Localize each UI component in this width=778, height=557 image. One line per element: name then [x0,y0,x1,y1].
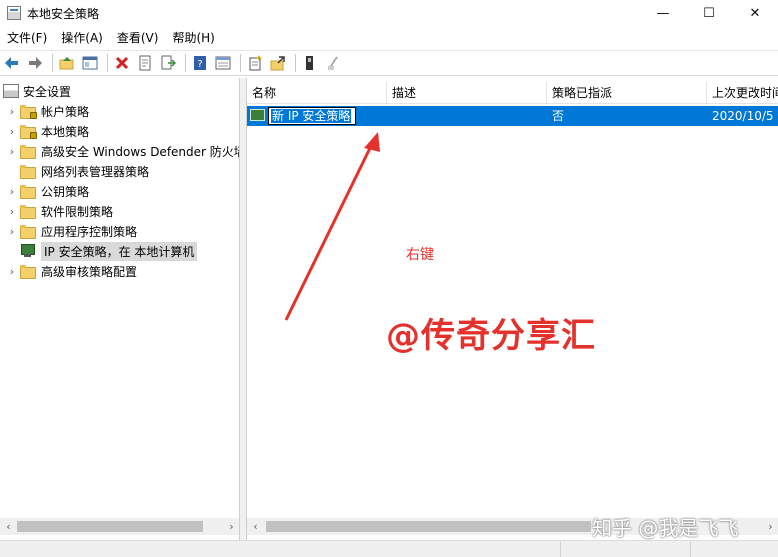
ipsec-policy-icon [250,109,266,123]
tree-label: 软件限制策略 [41,204,114,219]
security-settings-icon [3,84,19,98]
scroll-thumb[interactable] [17,521,203,532]
expand-arrow-icon[interactable]: › [4,265,20,278]
menu-view[interactable]: 查看(V) [110,28,166,48]
status-divider [690,542,691,557]
toolbar-separator [52,54,53,72]
folder-icon [20,204,36,219]
delete-icon[interactable] [112,53,132,73]
status-divider [560,542,561,557]
expand-arrow-icon[interactable]: › [4,125,20,138]
tree-label: IP 安全策略，在 本地计算机 [41,241,198,261]
app-icon [7,6,21,20]
folder-lock-icon [20,104,37,119]
manage-filters-icon[interactable] [300,53,320,73]
folder-icon [20,264,36,279]
tree-item-account-policies[interactable]: › 帐户策略 [4,101,89,121]
tree-label: 网络列表管理器策略 [41,164,150,179]
new-policy-icon[interactable] [245,53,265,73]
tree-label: 安全设置 [23,84,72,99]
menu-help[interactable]: 帮助(H) [165,28,221,48]
rename-input[interactable]: 新 IP 安全策略 [268,107,356,125]
toolbar-separator [107,54,108,72]
right-click-annotation: 右键 [406,247,434,263]
export-list-icon[interactable] [158,53,178,73]
tree-label: 高级安全 Windows Defender 防火墙 [41,144,240,159]
sort-caret-icon: ^ [313,82,322,89]
tree-label: 高级审核策略配置 [41,264,138,279]
show-hide-tree-icon[interactable] [80,53,100,73]
tree-horizontal-scrollbar[interactable]: ‹ › [0,518,239,535]
unassign-icon[interactable] [323,53,343,73]
zhihu-watermark: 知乎 @我是飞飞 [592,516,739,540]
cell-assigned: 否 [552,109,565,123]
svg-text:?: ? [197,59,202,70]
cell-modified: 2020/10/5 1 [712,109,778,123]
expand-arrow-icon[interactable]: › [4,105,20,118]
menu-bar: 文件(F) 操作(A) 查看(V) 帮助(H) [0,28,778,48]
watermark: @传奇分享汇 [386,316,596,356]
tree-item-network-list-manager[interactable]: 网络列表管理器策略 [4,161,149,181]
column-description[interactable]: 描述 [387,82,547,104]
tree-item-defender-firewall[interactable]: › 高级安全 Windows Defender 防火墙 [4,141,240,161]
back-icon[interactable] [2,53,22,73]
scroll-right-icon[interactable]: › [223,520,239,533]
expand-arrow-icon[interactable]: › [4,185,20,198]
view-icon[interactable] [213,53,233,73]
arrow-head [364,132,380,152]
properties-icon[interactable] [135,53,155,73]
column-assigned[interactable]: 策略已指派 [547,82,707,104]
folder-icon [20,224,36,239]
scroll-left-icon[interactable]: ‹ [0,520,17,533]
expand-arrow-icon[interactable]: › [4,145,20,158]
toolbar-separator [295,54,296,72]
tree-item-local-policies[interactable]: › 本地策略 [4,121,89,141]
tree-label: 应用程序控制策略 [41,224,138,239]
help-icon[interactable]: ? [190,53,210,73]
tree-label: 帐户策略 [41,104,90,119]
ipsec-icon [20,243,36,259]
arrow-shaft [284,143,374,321]
folder-icon [20,164,36,179]
close-button[interactable]: ✕ [732,0,778,26]
tree-item-software-restriction[interactable]: › 软件限制策略 [4,201,113,221]
tree-item-app-control[interactable]: › 应用程序控制策略 [4,221,137,241]
tree-item-advanced-audit[interactable]: › 高级审核策略配置 [4,261,137,281]
annotation-arrow [284,132,380,321]
list-header: ^ 名称 描述 策略已指派 上次更改时间 [247,82,778,104]
scroll-right-icon[interactable]: › [762,520,778,533]
assign-icon[interactable] [268,53,288,73]
tree-root[interactable]: 安全设置 [0,81,71,101]
folder-lock-icon [20,124,37,139]
up-folder-icon[interactable] [57,53,77,73]
status-bar [0,540,778,557]
tree-item-ip-security[interactable]: IP 安全策略，在 本地计算机 [4,241,198,261]
tree-item-public-key-policies[interactable]: › 公钥策略 [4,181,89,201]
title-bar: 本地安全策略 — ☐ ✕ [0,0,778,26]
scroll-thumb[interactable] [266,521,591,532]
maximize-button[interactable]: ☐ [686,0,732,26]
scroll-left-icon[interactable]: ‹ [247,520,264,533]
menu-file[interactable]: 文件(F) [0,28,54,48]
list-item[interactable]: 新 IP 安全策略 否 2020/10/5 1 [247,106,778,126]
toolbar: ? [0,50,778,76]
minimize-button[interactable]: — [640,0,686,26]
folder-icon [20,144,36,159]
expand-arrow-icon[interactable]: › [4,225,20,238]
column-name[interactable]: ^ 名称 [247,82,387,104]
toolbar-separator [185,54,186,72]
column-modified[interactable]: 上次更改时间 [707,82,778,104]
tree-pane: 安全设置 › 帐户策略 › 本地策略 › 高级安全 Windows Defend… [0,78,240,540]
menu-action[interactable]: 操作(A) [54,28,110,48]
folder-icon [20,184,36,199]
forward-icon[interactable] [25,53,45,73]
tree-label: 公钥策略 [41,184,90,199]
tree-label: 本地策略 [41,124,90,139]
window-title: 本地安全策略 [27,6,100,21]
expand-arrow-icon[interactable]: › [4,205,20,218]
toolbar-separator [240,54,241,72]
